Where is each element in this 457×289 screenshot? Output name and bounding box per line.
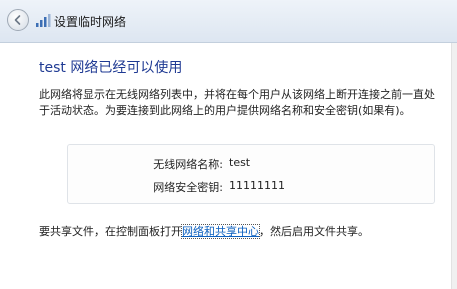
sharing-suffix: ，然后启用文件共享。 [259,225,369,238]
network-info-box: 无线网络名称: test 网络安全密钥: 11111111 [67,144,435,204]
network-key-row: 网络安全密钥: 11111111 [68,179,434,195]
window-right-edge [451,43,457,289]
network-icon [36,14,51,27]
description-text: 此网络将显示在无线网络列表中，并将在每个用户从该网络上断开连接之前一直处于活动状… [39,88,435,117]
network-name-row: 无线网络名称: test [68,156,434,172]
back-arrow-icon [14,15,21,25]
page-heading: test 网络已经可以使用 [39,60,183,76]
content-area: test 网络已经可以使用 此网络将显示在无线网络列表中，并将在每个用户从该网络… [0,43,457,289]
network-key-label: 网络安全密钥: [153,181,223,194]
sharing-instructions: 要共享文件，在控制面板打开网络和共享中心，然后启用文件共享。 [39,223,369,239]
back-button[interactable] [7,9,29,31]
network-sharing-center-link[interactable]: 网络和共享中心 [181,224,260,239]
sharing-prefix: 要共享文件，在控制面板打开 [39,225,182,238]
network-name-value: test [229,156,251,169]
network-name-label: 无线网络名称: [153,158,223,171]
network-key-value: 11111111 [229,179,285,192]
window-title: 设置临时网络 [54,15,127,29]
title-bar: 设置临时网络 [0,0,457,43]
